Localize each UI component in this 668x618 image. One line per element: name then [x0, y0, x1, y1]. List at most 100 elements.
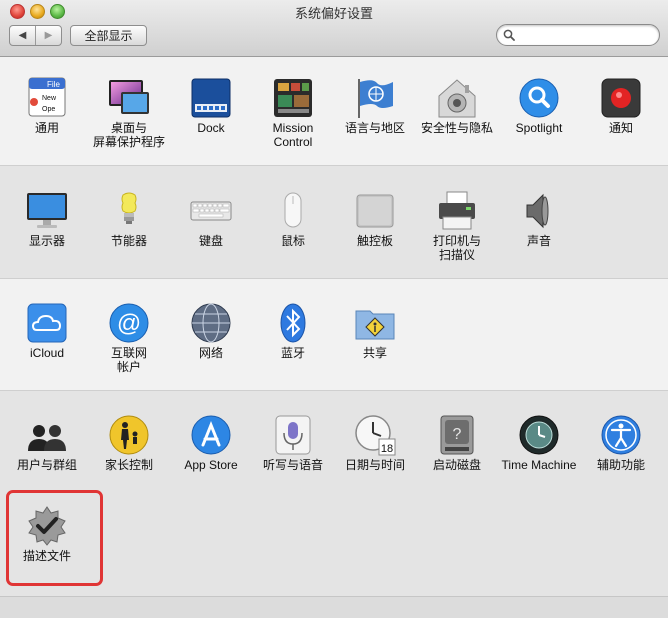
- back-button[interactable]: ◀: [10, 26, 35, 45]
- pane-trackpad[interactable]: 触控板: [334, 189, 416, 248]
- mouse-icon: [284, 192, 302, 228]
- pane-label: 日期与时间: [344, 458, 405, 472]
- window-title: 系统偏好设置: [294, 6, 373, 21]
- dock-icon: [191, 78, 231, 118]
- svg-text:Ope: Ope: [42, 106, 55, 113]
- accessibility-icon: [601, 415, 641, 455]
- bluetooth-icon: [280, 303, 306, 343]
- desktop-screensaver-icon: [109, 80, 149, 114]
- pane-label: 蓝牙: [280, 346, 305, 360]
- svg-text:18: 18: [381, 443, 393, 455]
- energy-saver-icon: [121, 192, 137, 224]
- pane-accessibility[interactable]: 辅助功能: [580, 413, 662, 472]
- pane-icloud[interactable]: iCloud: [6, 301, 88, 360]
- svg-text:@: @: [117, 310, 141, 337]
- printer-scanner-icon: [439, 191, 475, 230]
- window-bottom-edge: [0, 596, 668, 618]
- pane-label: iCloud: [29, 346, 65, 360]
- pane-label: 辅助功能: [596, 458, 645, 472]
- keyboard-icon: [190, 201, 232, 221]
- pane-printer-scanner[interactable]: 打印机与 扫描仪: [416, 189, 498, 262]
- pane-energy-saver[interactable]: 节能器: [88, 189, 170, 248]
- pane-label: 用户与群组: [16, 458, 77, 472]
- mission-control-icon: [274, 79, 312, 117]
- pane-label: Dock: [197, 121, 225, 135]
- title-bar: 系统偏好设置 ◀ ▶ 全部显示: [0, 0, 668, 57]
- pane-date-time[interactable]: 18 日期与时间: [334, 413, 416, 472]
- pane-users-groups[interactable]: 用户与群组: [6, 413, 88, 472]
- pane-bluetooth[interactable]: 蓝牙: [252, 301, 334, 360]
- pane-desktop-screensaver[interactable]: 桌面与 屏幕保护程序: [88, 76, 170, 149]
- search-icon: [503, 29, 515, 41]
- pane-general[interactable]: File New Ope 通用: [6, 76, 88, 135]
- pane-label: 互联网 帐户: [110, 346, 147, 374]
- pane-mouse[interactable]: 鼠标: [252, 189, 334, 248]
- pane-spotlight[interactable]: Spotlight: [498, 76, 580, 135]
- spotlight-icon: [519, 78, 559, 118]
- date-time-icon: 18: [355, 415, 396, 456]
- app-store-icon: [191, 415, 231, 455]
- pane-startup-disk[interactable]: ? 启动磁盘: [416, 413, 498, 472]
- pane-time-machine[interactable]: Time Machine: [498, 413, 580, 472]
- pane-label: 鼠标: [280, 234, 305, 248]
- dictation-speech-icon: [275, 415, 311, 455]
- pane-label: 家长控制: [104, 458, 153, 472]
- pane-label: 听写与语音: [262, 458, 323, 472]
- pane-network[interactable]: 网络: [170, 301, 252, 360]
- notifications-icon: [601, 78, 641, 118]
- back-forward-control: ◀ ▶: [9, 25, 62, 46]
- display-icon: [27, 193, 67, 228]
- system-preferences-window: 系统偏好设置 ◀ ▶ 全部显示 File New Ope 通用 桌面与 屏幕保护…: [0, 0, 668, 618]
- trackpad-icon: [356, 194, 394, 228]
- users-groups-icon: [28, 425, 66, 451]
- search-field[interactable]: [496, 24, 660, 46]
- svg-text:New: New: [42, 95, 57, 102]
- forward-button[interactable]: ▶: [35, 26, 61, 45]
- time-machine-icon: [519, 415, 559, 455]
- parental-controls-icon: [109, 415, 149, 455]
- network-icon: [191, 303, 231, 343]
- pane-label: 网络: [198, 346, 223, 360]
- svg-text:File: File: [47, 80, 60, 89]
- pane-label: Mission Control: [272, 121, 314, 149]
- pane-sound[interactable]: 声音: [498, 189, 580, 248]
- pane-label: Time Machine: [501, 458, 577, 472]
- pane-security-privacy[interactable]: 安全性与隐私: [416, 76, 498, 135]
- show-all-button[interactable]: 全部显示: [70, 25, 147, 46]
- pane-dock[interactable]: Dock: [170, 76, 252, 135]
- pane-keyboard[interactable]: 键盘: [170, 189, 252, 248]
- general-icon: File New Ope: [28, 77, 66, 117]
- pane-label: 桌面与 屏幕保护程序: [92, 121, 165, 149]
- pane-label: 声音: [526, 234, 551, 248]
- pane-label: 节能器: [110, 234, 147, 248]
- svg-text:?: ?: [453, 426, 462, 443]
- pane-language-region[interactable]: 语言与地区: [334, 76, 416, 135]
- pane-label: 安全性与隐私: [420, 121, 493, 135]
- pane-label: Spotlight: [515, 121, 563, 135]
- pane-sharing[interactable]: 共享: [334, 301, 416, 360]
- pane-internet-accounts[interactable]: @ 互联网 帐户: [88, 301, 170, 374]
- highlight-annotation-box: [6, 490, 103, 586]
- pane-label: App Store: [184, 458, 238, 472]
- pane-app-store[interactable]: App Store: [170, 413, 252, 472]
- startup-disk-icon: ?: [440, 415, 474, 455]
- pane-label: 键盘: [198, 234, 223, 248]
- pane-parental-controls[interactable]: 家长控制: [88, 413, 170, 472]
- pane-display[interactable]: 显示器: [6, 189, 88, 248]
- pane-label: 打印机与 扫描仪: [432, 234, 481, 262]
- pane-dictation-speech[interactable]: 听写与语音: [252, 413, 334, 472]
- pane-label: 通用: [34, 121, 59, 135]
- pane-label: 启动磁盘: [432, 458, 481, 472]
- pane-mission-control[interactable]: Mission Control: [252, 76, 334, 149]
- language-region-icon: [358, 79, 393, 118]
- pane-label: 显示器: [28, 234, 65, 248]
- search-input[interactable]: [519, 27, 653, 44]
- pane-label: 通知: [608, 121, 633, 135]
- sharing-icon: [355, 310, 395, 340]
- pane-label: 共享: [362, 346, 387, 360]
- pane-label: 语言与地区: [344, 121, 405, 135]
- pane-notifications[interactable]: 通知: [580, 76, 662, 135]
- security-privacy-icon: [438, 79, 476, 118]
- pane-label: 触控板: [356, 234, 393, 248]
- icloud-icon: [27, 303, 67, 343]
